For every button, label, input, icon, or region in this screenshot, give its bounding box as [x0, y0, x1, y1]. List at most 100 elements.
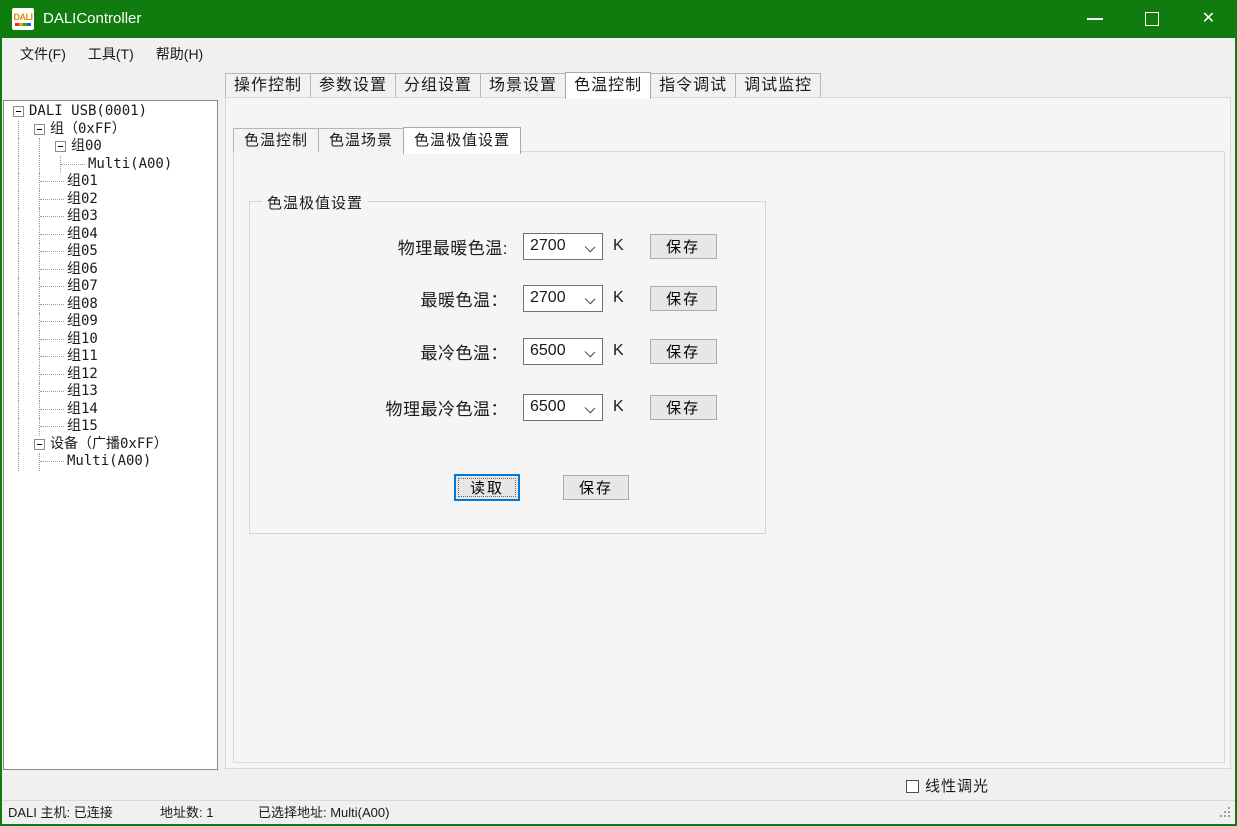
resize-grip-icon[interactable]	[1228, 815, 1230, 817]
save-button[interactable]: 保存	[650, 395, 717, 420]
tab-scene-settings[interactable]: 场景设置	[480, 73, 566, 97]
tree-item[interactable]: 组11	[4, 348, 217, 366]
ct-limit-row-physical-coolest: 物理最冷色温：6500K保存	[250, 393, 765, 421]
tree-item-label: 组04	[67, 226, 98, 244]
save-all-button[interactable]: 保存	[563, 475, 629, 500]
save-button[interactable]: 保存	[650, 339, 717, 364]
tree-collapse-icon[interactable]	[13, 106, 24, 117]
save-button[interactable]: 保存	[650, 286, 717, 311]
tree-item[interactable]: 设备（广播0xFF）	[4, 436, 217, 454]
tree-item[interactable]: 组05	[4, 243, 217, 261]
tree-item[interactable]: 组00	[4, 138, 217, 156]
tree-item[interactable]: 组03	[4, 208, 217, 226]
tree-item-label: 组12	[67, 366, 98, 384]
combobox-value: 6500	[524, 398, 566, 416]
tree-item[interactable]: 组07	[4, 278, 217, 296]
read-button[interactable]: 读取	[454, 474, 520, 501]
ct-row-label: 最暖色温：	[250, 286, 512, 311]
status-selected-address: 已选择地址: Multi(A00)	[258, 801, 389, 824]
tree-item[interactable]: 组08	[4, 296, 217, 314]
tree-connector	[51, 331, 67, 349]
tree-connector	[51, 173, 67, 191]
tree-guide-line	[9, 173, 30, 191]
tab-parameter-settings[interactable]: 参数设置	[310, 73, 396, 97]
tree-item[interactable]: DALI USB(0001)	[4, 103, 217, 121]
tab-command-debug[interactable]: 指令调试	[650, 73, 736, 97]
maximize-button[interactable]	[1123, 0, 1180, 38]
tree-item-label: 组09	[67, 313, 98, 331]
unit-label: K	[613, 289, 624, 307]
tree-item[interactable]: 组15	[4, 418, 217, 436]
tree-connector	[51, 191, 67, 209]
status-bar: DALI 主机: 已连接 地址数: 1 已选择地址: Multi(A00)	[0, 801, 1237, 824]
tree-item-label: 组08	[67, 296, 98, 314]
minimize-icon	[1087, 18, 1103, 20]
minimize-button[interactable]	[1066, 0, 1123, 38]
color-temp-combobox[interactable]: 2700	[523, 285, 603, 312]
tab-group-settings[interactable]: 分组设置	[395, 73, 481, 97]
ct-row-label: 物理最暖色温:	[250, 234, 512, 259]
menu-file[interactable]: 文件(F)	[9, 38, 77, 71]
tree-collapse-icon[interactable]	[34, 124, 45, 135]
chevron-down-icon[interactable]	[585, 293, 596, 304]
tree-item-label: 组07	[67, 278, 98, 296]
tab-debug-monitor[interactable]: 调试监控	[735, 73, 821, 97]
subtab-color-temp-limits[interactable]: 色温极值设置	[403, 127, 521, 154]
tree-item[interactable]: 组13	[4, 383, 217, 401]
tree-guide-line	[9, 261, 30, 279]
unit-label: K	[613, 237, 624, 255]
save-button[interactable]: 保存	[650, 234, 717, 259]
tree-item[interactable]: 组10	[4, 331, 217, 349]
tree-connector	[51, 261, 67, 279]
subtab-color-temp-scene[interactable]: 色温场景	[318, 128, 404, 152]
close-button[interactable]: ✕	[1180, 0, 1237, 38]
color-temp-combobox[interactable]: 6500	[523, 338, 603, 365]
chevron-down-icon[interactable]	[585, 241, 596, 252]
sub-tab-strip: 色温控制色温场景色温极值设置	[233, 127, 520, 152]
tree-item[interactable]: 组02	[4, 191, 217, 209]
status-address-count: 地址数: 1	[160, 801, 213, 824]
color-temp-combobox[interactable]: 6500	[523, 394, 603, 421]
tree-item[interactable]: Multi(A00)	[4, 453, 217, 471]
action-row: 读取 保存	[250, 474, 765, 504]
tree-item[interactable]: 组09	[4, 313, 217, 331]
tree-item[interactable]: 组14	[4, 401, 217, 419]
chevron-down-icon[interactable]	[585, 402, 596, 413]
tree-guide-line	[9, 418, 30, 436]
tree-collapse-icon[interactable]	[34, 439, 45, 450]
tree-guide-line	[9, 383, 30, 401]
tree-guide-line	[9, 296, 30, 314]
main-tab-strip: 操作控制参数设置分组设置场景设置色温控制指令调试调试监控	[225, 72, 820, 97]
tree-item[interactable]: 组04	[4, 226, 217, 244]
tree-collapse-icon[interactable]	[55, 141, 66, 152]
tab-operation-control[interactable]: 操作控制	[225, 73, 311, 97]
ct-limit-row-warmest: 最暖色温： 2700 K 保存	[250, 284, 765, 312]
tab-color-temp-control[interactable]: 色温控制	[565, 72, 651, 99]
menu-help[interactable]: 帮助(H)	[145, 38, 214, 71]
chevron-down-icon[interactable]	[585, 346, 596, 357]
tree-guide-line	[9, 348, 30, 366]
device-tree: DALI USB(0001)组（0xFF）组00Multi(A00)组01组02…	[3, 100, 218, 770]
tree-guide-line	[9, 191, 30, 209]
app-window: DALI DALIController ✕ 文件(F)工具(T)帮助(H) DA…	[0, 0, 1237, 826]
color-temp-combobox[interactable]: 2700	[523, 233, 603, 260]
tree-connector	[51, 366, 67, 384]
linear-dimming-checkbox[interactable]	[906, 780, 919, 793]
combobox-value: 6500	[524, 342, 566, 360]
tree-item-label: 组00	[71, 138, 102, 156]
tree-connector	[51, 296, 67, 314]
color-temp-limits-groupbox: 色温极值设置 物理最暖色温:2700K保存最暖色温：2700K保存最冷色温：65…	[249, 201, 766, 534]
tree-item[interactable]: Multi(A00)	[4, 156, 217, 174]
tree-connector	[51, 313, 67, 331]
subtab-color-temp-control[interactable]: 色温控制	[233, 128, 319, 152]
menu-bar: 文件(F)工具(T)帮助(H)	[2, 38, 1235, 71]
tree-item-label: 组03	[67, 208, 98, 226]
tree-item[interactable]: 组06	[4, 261, 217, 279]
tree-item[interactable]: 组01	[4, 173, 217, 191]
tree-item-label: 组13	[67, 383, 98, 401]
menu-tools[interactable]: 工具(T)	[77, 38, 145, 71]
tree-item[interactable]: 组12	[4, 366, 217, 384]
tree-item[interactable]: 组（0xFF）	[4, 121, 217, 139]
app-logo-icon: DALI	[12, 8, 34, 30]
combobox-value: 2700	[524, 237, 566, 255]
